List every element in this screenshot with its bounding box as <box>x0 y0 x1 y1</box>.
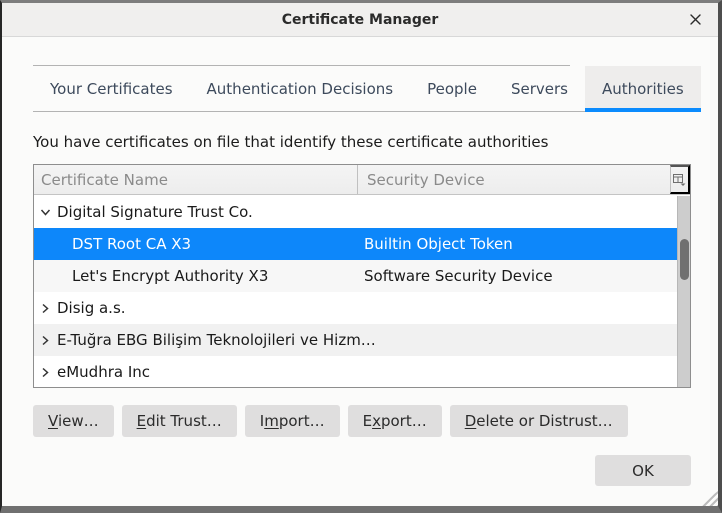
delete-or-distrust-button[interactable]: Delete or Distrust… <box>449 405 628 437</box>
tree-group-row[interactable]: E-Tuğra EBG Bilişim Teknolojileri ve Hiz… <box>34 324 677 356</box>
security-device-cell: Software Security Device <box>364 267 553 285</box>
column-header-security-device[interactable]: Security Device <box>358 165 670 194</box>
tab-servers[interactable]: Servers <box>494 66 585 111</box>
view-button[interactable]: View… <box>33 405 114 437</box>
chevron-right-icon[interactable] <box>40 303 51 314</box>
tab-people[interactable]: People <box>410 66 494 111</box>
certificate-authority-name: Digital Signature Trust Co. <box>57 203 253 221</box>
vertical-scrollbar-thumb[interactable] <box>680 239 689 280</box>
certificate-name-cell: DST Root CA X3 <box>72 235 192 253</box>
resize-grip[interactable] <box>699 491 718 506</box>
title-bar: Certificate Manager <box>2 3 718 37</box>
vertical-scrollbar[interactable] <box>677 196 690 387</box>
close-icon <box>689 14 701 25</box>
certificate-authority-name: Disig a.s. <box>57 299 126 317</box>
chevron-down-icon[interactable] <box>40 207 51 218</box>
dialog-content: Your Certificates Authentication Decision… <box>2 65 718 486</box>
certificate-authority-name: eMudhra Inc <box>57 363 151 381</box>
tab-your-certificates[interactable]: Your Certificates <box>33 66 190 111</box>
column-picker-button[interactable] <box>670 165 690 194</box>
tree-leaf-row[interactable]: DST Root CA X3 Builtin Object Token <box>34 228 677 260</box>
dialog-title: Certificate Manager <box>281 11 439 28</box>
tree-body: Digital Signature Trust Co. DST Root CA X… <box>34 196 677 387</box>
export-button[interactable]: Export… <box>347 405 442 437</box>
ok-button-row: OK <box>33 455 691 486</box>
tree-group-row[interactable]: Disig a.s. <box>34 292 677 324</box>
certificate-manager-dialog: Certificate Manager Your Certificates Aut… <box>0 0 722 513</box>
authorities-description: You have certificates on file that ident… <box>33 133 549 151</box>
import-button[interactable]: Import… <box>244 405 340 437</box>
tab-authorities[interactable]: Authorities <box>584 66 701 112</box>
tree-group-row[interactable]: eMudhra Inc <box>34 356 677 387</box>
certificate-name-cell: Let's Encrypt Authority X3 <box>72 267 269 285</box>
column-header-certificate-name[interactable]: Certificate Name <box>34 165 358 194</box>
certificate-tree: Certificate Name Security Device Digital… <box>33 164 691 388</box>
column-picker-icon <box>673 173 686 186</box>
certificate-authority-name: E-Tuğra EBG Bilişim Teknolojileri ve Hiz… <box>57 331 376 349</box>
tab-strip: Your Certificates Authentication Decision… <box>33 65 701 112</box>
tree-leaf-row[interactable]: Let's Encrypt Authority X3 Software Secur… <box>34 260 677 292</box>
tree-group-row[interactable]: Digital Signature Trust Co. <box>34 196 677 228</box>
edit-trust-button[interactable]: Edit Trust… <box>121 405 237 437</box>
close-button[interactable] <box>685 10 705 30</box>
ok-button[interactable]: OK <box>595 455 691 486</box>
chevron-right-icon[interactable] <box>40 367 51 378</box>
tab-authentication-decisions[interactable]: Authentication Decisions <box>190 66 411 111</box>
action-button-row: View… Edit Trust… Import… Export… Delete or … <box>33 405 691 437</box>
security-device-cell: Builtin Object Token <box>364 235 513 253</box>
tree-header: Certificate Name Security Device <box>34 165 690 195</box>
chevron-right-icon[interactable] <box>40 335 51 346</box>
